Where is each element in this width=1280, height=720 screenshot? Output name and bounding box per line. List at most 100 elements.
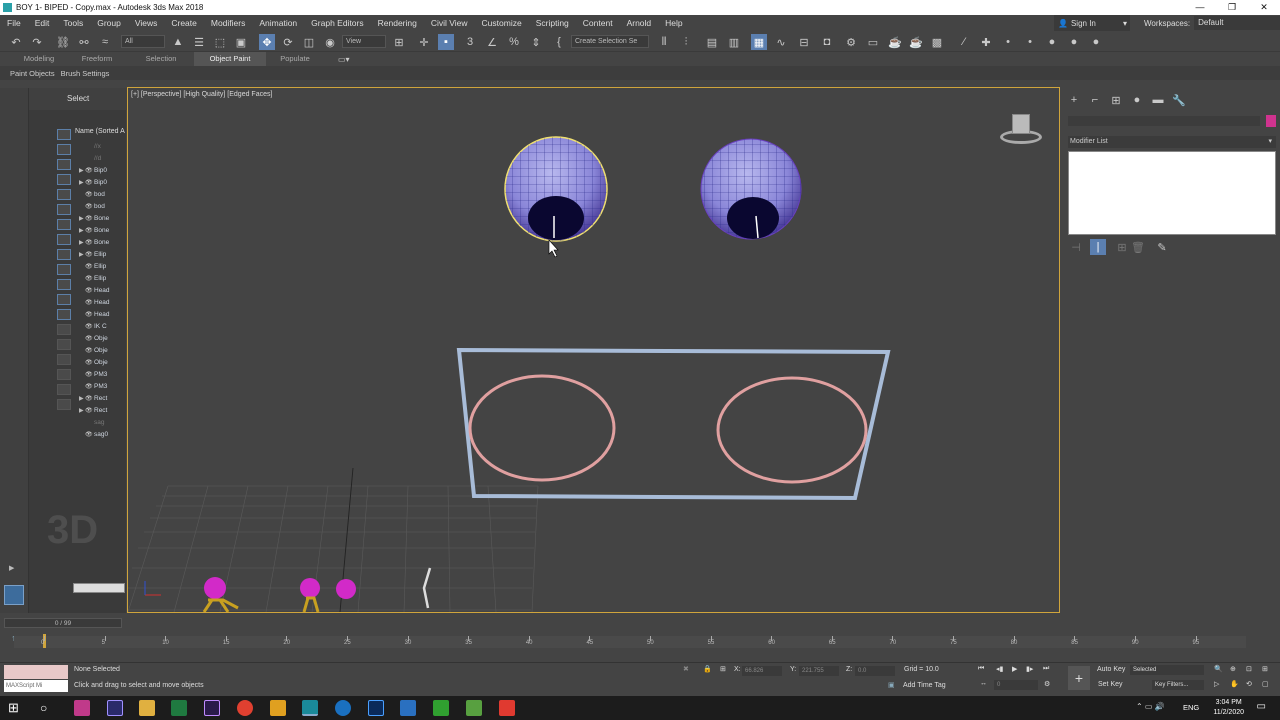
bind-space-warp-icon[interactable]: ≈ xyxy=(97,34,113,50)
name-column-header[interactable]: Name (Sorted A xyxy=(75,128,125,135)
redo-icon[interactable]: ↷ xyxy=(29,34,45,50)
angle-snap-icon[interactable]: ∠ xyxy=(484,34,500,50)
set-key-button[interactable]: Set Key xyxy=(1098,681,1123,688)
tab-selection[interactable]: Selection xyxy=(132,52,190,66)
render-setup-icon[interactable]: ⚙ xyxy=(843,34,859,50)
viewport-tool-icon[interactable]: ✚ xyxy=(978,34,994,50)
filter-icon[interactable] xyxy=(57,384,71,395)
named-selection-dropdown[interactable]: Create Selection Se xyxy=(571,35,649,48)
rectangular-selection-icon[interactable]: ⬚ xyxy=(212,34,228,50)
maximize-button[interactable]: ❐ xyxy=(1216,0,1248,15)
key-mode-toggle-icon[interactable]: ↔ xyxy=(980,680,987,687)
selection-filter-dropdown[interactable]: All xyxy=(121,35,165,48)
list-item[interactable]: ▶ 👁 Bone xyxy=(79,212,127,224)
key-filters-button[interactable]: Key Filters... xyxy=(1152,680,1204,690)
workspace-dropdown[interactable]: Default xyxy=(1194,16,1280,30)
set-key-large-icon[interactable]: + xyxy=(1068,666,1090,690)
list-item[interactable]: ▶ 👁 Rect xyxy=(79,404,127,416)
list-item[interactable]: 👁 Obje xyxy=(79,344,127,356)
menu-file[interactable]: File xyxy=(0,15,28,31)
list-item[interactable]: 👁 bod xyxy=(79,200,127,212)
list-item[interactable]: 👁 PM3 xyxy=(79,368,127,380)
display-spacewarps-icon[interactable] xyxy=(57,219,71,230)
y-coordinate-field[interactable]: 221.755 xyxy=(799,666,839,676)
edit-named-selection-icon[interactable]: { xyxy=(551,34,567,50)
menu-views[interactable]: Views xyxy=(128,15,165,31)
close-button[interactable]: ✕ xyxy=(1248,0,1280,15)
material-editor-icon[interactable]: ◘ xyxy=(819,34,835,50)
configure-modifier-sets-icon[interactable]: ✎ xyxy=(1154,239,1170,255)
modifier-stack[interactable] xyxy=(1068,151,1276,235)
hierarchy-tab-icon[interactable]: ⊞ xyxy=(1108,92,1124,108)
auto-key-button[interactable]: Auto Key xyxy=(1097,666,1125,673)
left-eye-sphere[interactable] xyxy=(504,136,608,242)
isolate-icon[interactable]: ✖ xyxy=(683,665,689,673)
z-coordinate-field[interactable]: 0.0 xyxy=(855,666,895,676)
current-frame-field[interactable]: 0 xyxy=(994,680,1038,690)
right-eye-sphere[interactable] xyxy=(700,138,802,240)
pin-stack-icon[interactable]: ⊣ xyxy=(1068,239,1084,255)
list-item[interactable]: //x xyxy=(79,140,127,152)
display-all-icon[interactable] xyxy=(57,324,71,335)
display-cameras-icon[interactable] xyxy=(57,189,71,200)
zoom-all-icon[interactable]: ⊕ xyxy=(1230,665,1236,673)
menu-group[interactable]: Group xyxy=(90,15,128,31)
display-tab-icon[interactable]: ▬ xyxy=(1150,92,1166,108)
list-item[interactable]: 👁 IK C xyxy=(79,320,127,332)
list-item[interactable]: ▶ 👁 Ellip xyxy=(79,248,127,260)
folder-icon[interactable] xyxy=(270,700,286,716)
go-to-start-icon[interactable]: ⏮ xyxy=(978,665,984,673)
explorer-horizontal-scrollbar[interactable] xyxy=(73,583,125,593)
show-end-result-icon[interactable]: | xyxy=(1090,239,1106,255)
ribbon-options-icon[interactable]: ▭▾ xyxy=(338,55,350,64)
layer-icon[interactable] xyxy=(57,399,71,410)
select-object-icon[interactable]: ▲ xyxy=(170,34,186,50)
menu-scripting[interactable]: Scripting xyxy=(529,15,576,31)
schematic-view-icon[interactable]: ⊟ xyxy=(796,34,812,50)
zoom-extents-icon[interactable]: ⊡ xyxy=(1246,665,1252,673)
play-icon[interactable]: ▶ xyxy=(1012,665,1017,673)
x-coordinate-field[interactable]: 66.826 xyxy=(742,666,782,676)
orbit-icon[interactable]: ⟲ xyxy=(1246,680,1252,688)
motion-tab-icon[interactable]: ● xyxy=(1129,92,1145,108)
field-of-view-icon[interactable]: ▷ xyxy=(1214,680,1219,688)
viewport-layout-icon[interactable] xyxy=(4,585,24,605)
sync-selection-icon[interactable] xyxy=(57,369,71,380)
sphere-tool-2-icon[interactable]: ● xyxy=(1066,34,1082,50)
lock-selection-icon[interactable]: 🔒 xyxy=(703,665,712,673)
spinner-snap-icon[interactable]: ⇕ xyxy=(528,34,544,50)
tab-freeform[interactable]: Freeform xyxy=(68,52,126,66)
list-item[interactable]: ▶ 👁 Bone xyxy=(79,236,127,248)
camtasia-icon[interactable] xyxy=(433,700,449,716)
select-by-name-icon[interactable]: ☰ xyxy=(191,34,207,50)
select-and-rotate-icon[interactable]: ⟳ xyxy=(280,34,296,50)
taskbar-app-3-icon[interactable] xyxy=(466,700,482,716)
menu-content[interactable]: Content xyxy=(576,15,620,31)
search-icon[interactable]: ○ xyxy=(40,700,56,716)
display-helpers-icon[interactable] xyxy=(57,204,71,215)
list-item[interactable]: ▶ 👁 Bip0 xyxy=(79,176,127,188)
photoshop-icon[interactable] xyxy=(368,700,384,716)
remove-modifier-icon[interactable]: 🗑 xyxy=(1130,239,1146,255)
3dsmax-taskbar-icon[interactable] xyxy=(302,700,318,716)
place-icon[interactable]: ◉ xyxy=(322,34,338,50)
tray-icons[interactable]: ⌃ ▭ 🔊 xyxy=(1136,702,1165,711)
perspective-viewport[interactable]: [+] [Perspective] [High Quality] [Edged … xyxy=(127,87,1060,613)
make-unique-icon[interactable]: ⊞ xyxy=(1114,239,1130,255)
key-mode-dropdown[interactable]: Selected xyxy=(1130,665,1204,675)
menu-animation[interactable]: Animation xyxy=(252,15,304,31)
display-shapes-icon[interactable] xyxy=(57,159,71,170)
pan-view-icon[interactable]: ✋ xyxy=(1230,680,1239,688)
list-item[interactable]: 👁 Head xyxy=(79,308,127,320)
display-invert-icon[interactable] xyxy=(57,354,71,365)
list-item[interactable]: 👁 Obje xyxy=(79,356,127,368)
windows-start-icon[interactable]: ⊞ xyxy=(8,700,24,716)
taskbar-app-2-icon[interactable] xyxy=(400,700,416,716)
create-tab-icon[interactable]: + xyxy=(1066,92,1082,108)
premiere-icon[interactable] xyxy=(204,700,220,716)
add-time-tag[interactable]: Add Time Tag xyxy=(903,682,946,689)
after-effects-icon[interactable] xyxy=(107,700,123,716)
display-none-2-icon[interactable] xyxy=(57,339,71,350)
list-item[interactable]: 👁 sag0 xyxy=(79,428,127,440)
select-and-scale-icon[interactable]: ◫ xyxy=(301,34,317,50)
